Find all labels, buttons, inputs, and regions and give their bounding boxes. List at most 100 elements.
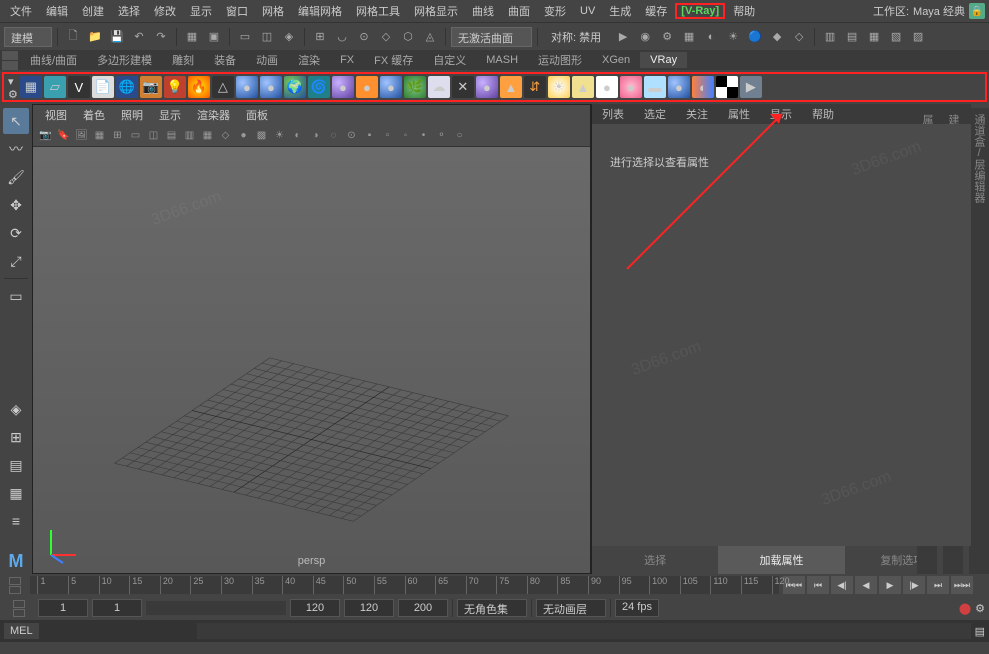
menu-generate[interactable]: 生成 bbox=[603, 1, 637, 21]
vray-mat3-icon[interactable]: ● bbox=[380, 76, 402, 98]
shelf-tab-xgen[interactable]: XGen bbox=[592, 52, 640, 68]
vp-bookmark-icon[interactable]: 🔖 bbox=[55, 127, 72, 144]
range-start-inner-field[interactable] bbox=[92, 599, 142, 617]
vray-sphere3-icon[interactable]: ● bbox=[476, 76, 498, 98]
vray-swirl-icon[interactable]: 🌀 bbox=[308, 76, 330, 98]
shelf-tab-mash[interactable]: MASH bbox=[476, 52, 528, 68]
vp-xray-icon[interactable]: ◌ bbox=[325, 127, 342, 144]
snap-grid-icon[interactable]: ⊞ bbox=[310, 27, 330, 47]
vray-proxy-icon[interactable]: ▦ bbox=[20, 76, 42, 98]
vray-white-icon[interactable]: ● bbox=[596, 76, 618, 98]
hypershade-icon[interactable]: ◐ bbox=[701, 27, 721, 47]
vp-misc4-icon[interactable]: • bbox=[415, 127, 432, 144]
menu-window[interactable]: 窗口 bbox=[220, 1, 254, 21]
vp-misc1-icon[interactable]: ▪ bbox=[361, 127, 378, 144]
time-ruler[interactable]: 1510152025303540455055606570758085909510… bbox=[30, 576, 779, 594]
vp-img-icon[interactable]: 🖼 bbox=[73, 127, 90, 144]
vray-arrows-icon[interactable]: ⇵ bbox=[524, 76, 546, 98]
undo-icon[interactable]: ↶ bbox=[129, 27, 149, 47]
rotate-tool-icon[interactable]: ⟳ bbox=[3, 220, 29, 246]
prefs-icon[interactable]: ⚙ bbox=[975, 602, 985, 615]
vp-shade1-icon[interactable]: ▤ bbox=[163, 127, 180, 144]
tb-misc2-icon[interactable]: ◇ bbox=[789, 27, 809, 47]
command-input[interactable] bbox=[43, 623, 193, 639]
vray-sky-icon[interactable]: ▬ bbox=[644, 76, 666, 98]
shelf-tab-render[interactable]: 渲染 bbox=[288, 50, 330, 70]
vray-dome-icon[interactable]: 🌐 bbox=[116, 76, 138, 98]
range-slider-track[interactable] bbox=[146, 601, 286, 615]
symmetry-label[interactable]: 对称: 禁用 bbox=[543, 29, 609, 45]
menu-cache[interactable]: 缓存 bbox=[639, 1, 673, 21]
vray-grass-icon[interactable]: 🌿 bbox=[404, 76, 426, 98]
go-end-icon[interactable]: ⏭⏭ bbox=[951, 576, 973, 594]
menu-mesh-tools[interactable]: 网格工具 bbox=[350, 1, 406, 21]
key-back-icon[interactable]: ◀| bbox=[831, 576, 853, 594]
vray-earth-icon[interactable]: 🌍 bbox=[284, 76, 306, 98]
autokey-icon[interactable]: ⬤ bbox=[959, 602, 971, 615]
layout-panel-icon[interactable]: ▦ bbox=[3, 480, 29, 506]
shelf-tab-fxcache[interactable]: FX 缓存 bbox=[364, 50, 423, 70]
vray-sphere1-icon[interactable]: ● bbox=[236, 76, 258, 98]
vray-pink-icon[interactable]: ● bbox=[620, 76, 642, 98]
menu-surfaces[interactable]: 曲面 bbox=[502, 1, 536, 21]
attr-tab-show[interactable]: 显示 bbox=[760, 104, 802, 124]
light-icon[interactable]: ☀ bbox=[723, 27, 743, 47]
select-mode-icon[interactable]: ▦ bbox=[182, 27, 202, 47]
sel-obj-icon[interactable]: ▭ bbox=[235, 27, 255, 47]
sidebar-channelbox[interactable]: 通道盒/层编辑器 bbox=[969, 108, 989, 574]
play-fwd-icon[interactable]: ▶ bbox=[879, 576, 901, 594]
vp-menu-show[interactable]: 显示 bbox=[153, 106, 187, 124]
panel4-icon[interactable]: ▧ bbox=[886, 27, 906, 47]
sel-all-icon[interactable]: ◈ bbox=[279, 27, 299, 47]
range-toggle[interactable] bbox=[4, 600, 34, 617]
sel-comp-icon[interactable]: ◫ bbox=[257, 27, 277, 47]
attr-tab-help[interactable]: 帮助 bbox=[802, 104, 844, 124]
snap-curve-icon[interactable]: ◡ bbox=[332, 27, 352, 47]
range-start-field[interactable] bbox=[38, 599, 88, 617]
attr-tab-attrs[interactable]: 属性 bbox=[718, 104, 760, 124]
shelf-tab-fx[interactable]: FX bbox=[330, 52, 364, 68]
range-end-field[interactable] bbox=[344, 599, 394, 617]
vp-tex-icon[interactable]: ▩ bbox=[253, 127, 270, 144]
menu-display[interactable]: 显示 bbox=[184, 1, 218, 21]
menu-curves[interactable]: 曲线 bbox=[466, 1, 500, 21]
menu-create[interactable]: 创建 bbox=[76, 1, 110, 21]
vray-sun-icon[interactable]: ☀ bbox=[548, 76, 570, 98]
vp-res-icon[interactable]: ◫ bbox=[145, 127, 162, 144]
vp-ao-icon[interactable]: ◑ bbox=[307, 127, 324, 144]
vray-sphere2-icon[interactable]: ● bbox=[260, 76, 282, 98]
fps-dropdown[interactable]: 24 fps bbox=[615, 599, 659, 617]
vray-logo-icon[interactable]: V bbox=[68, 76, 90, 98]
vray-ramp-icon[interactable]: ◐ bbox=[692, 76, 714, 98]
live-surface[interactable]: 无激活曲面 bbox=[451, 27, 532, 47]
vray-cloud-icon[interactable]: ☁ bbox=[428, 76, 450, 98]
vp-menu-shading[interactable]: 着色 bbox=[77, 106, 111, 124]
vray-camera-icon[interactable]: 📷 bbox=[140, 76, 162, 98]
shelf-options[interactable]: ▾⚙ bbox=[8, 75, 18, 99]
menu-uv[interactable]: UV bbox=[574, 3, 601, 19]
shelf-tab-mograph[interactable]: 运动图形 bbox=[528, 50, 592, 70]
vp-misc3-icon[interactable]: ◦ bbox=[397, 127, 414, 144]
panel3-icon[interactable]: ▦ bbox=[864, 27, 884, 47]
panel1-icon[interactable]: ▥ bbox=[820, 27, 840, 47]
vray-light-icon[interactable]: 💡 bbox=[164, 76, 186, 98]
step-back-icon[interactable]: ⏮ bbox=[807, 576, 829, 594]
last-tool-icon[interactable]: ▭ bbox=[3, 283, 29, 309]
attr-tab-list[interactable]: 列表 bbox=[592, 104, 634, 124]
shelf-tab-vray[interactable]: VRay bbox=[640, 52, 687, 68]
character-set-dropdown[interactable]: 无角色集 bbox=[457, 599, 527, 617]
snap-live-icon[interactable]: ⬡ bbox=[398, 27, 418, 47]
vray-framebuffer-icon[interactable] bbox=[764, 76, 786, 98]
menu-modify[interactable]: 修改 bbox=[148, 1, 182, 21]
menu-select[interactable]: 选择 bbox=[112, 1, 146, 21]
ipr-icon[interactable]: ◉ bbox=[635, 27, 655, 47]
menu-edit[interactable]: 编辑 bbox=[40, 1, 74, 21]
vp-misc5-icon[interactable]: ⚬ bbox=[433, 127, 450, 144]
vp-iso-icon[interactable]: ⊙ bbox=[343, 127, 360, 144]
panel2-icon[interactable]: ▤ bbox=[842, 27, 862, 47]
vray-fire-icon[interactable]: 🔥 bbox=[188, 76, 210, 98]
range-total-field[interactable] bbox=[398, 599, 448, 617]
vp-shadow-icon[interactable]: ◐ bbox=[289, 127, 306, 144]
attr-tab-selected[interactable]: 选定 bbox=[634, 104, 676, 124]
redo-icon[interactable]: ↷ bbox=[151, 27, 171, 47]
